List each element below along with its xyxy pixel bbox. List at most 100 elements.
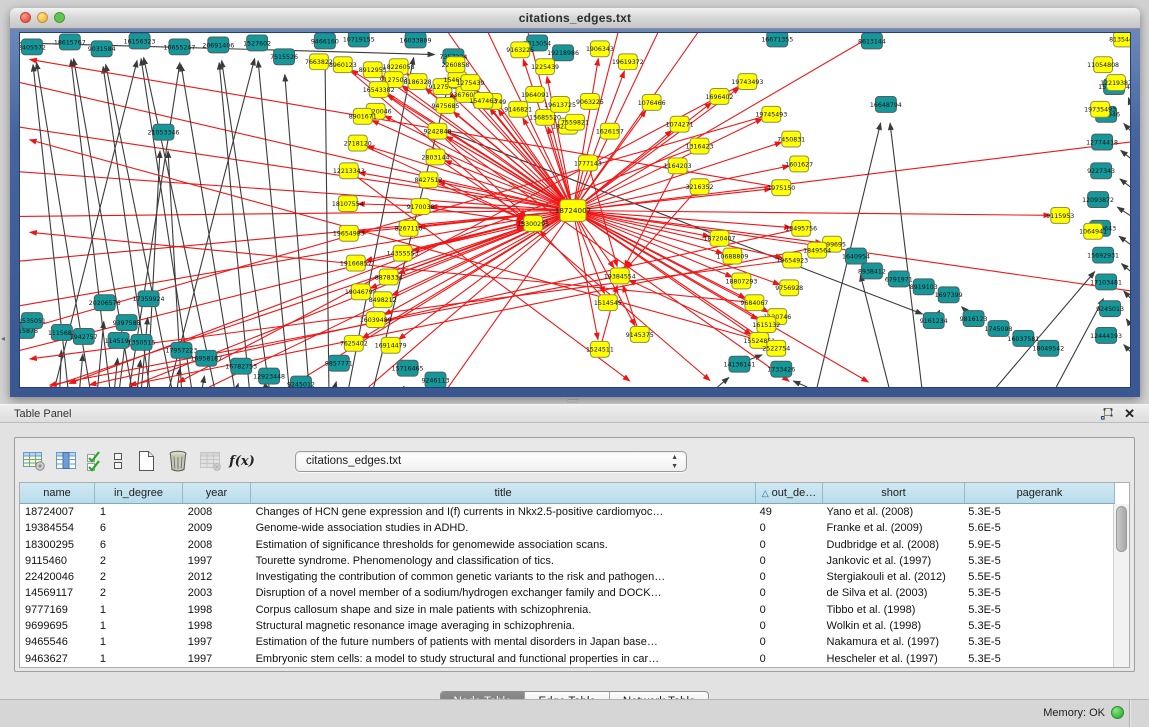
column-header-short[interactable]: short bbox=[823, 483, 965, 504]
table-select-dropdown[interactable]: citations_edges.txt ▲▼ bbox=[295, 451, 687, 472]
graph-node[interactable]: 21053346 bbox=[148, 124, 180, 140]
graph-node[interactable]: 9146821 bbox=[504, 101, 532, 117]
table-row[interactable]: 1830029562008Estimation of significance … bbox=[20, 537, 1113, 553]
graph-node[interactable]: 19619372 bbox=[612, 54, 644, 70]
graph-node[interactable]: 12444193 bbox=[1090, 328, 1122, 344]
graph-node[interactable]: 9170038 bbox=[407, 199, 435, 215]
graph-node[interactable]: 9161234 bbox=[920, 313, 948, 329]
graph-node[interactable]: 7625402 bbox=[340, 335, 368, 351]
graph-node[interactable]: 9245012 bbox=[287, 376, 315, 387]
graph-node[interactable]: 16648794 bbox=[870, 96, 902, 112]
graph-node[interactable]: 18724007 bbox=[555, 200, 591, 222]
graph-node[interactable]: 8498212 bbox=[369, 292, 397, 308]
graph-node[interactable]: 1527602 bbox=[243, 35, 271, 51]
graph-node[interactable]: 8267110 bbox=[395, 220, 423, 236]
graph-node[interactable]: 14136141 bbox=[723, 356, 755, 372]
graph-node[interactable]: 14355553 bbox=[387, 245, 419, 261]
float-panel-icon[interactable] bbox=[1101, 408, 1114, 420]
select-all-icon[interactable] bbox=[85, 448, 103, 474]
column-header-pagerank[interactable]: pagerank bbox=[965, 483, 1115, 504]
column-header-title[interactable]: title bbox=[251, 483, 756, 504]
scrollbar-thumb[interactable] bbox=[1116, 506, 1127, 552]
graph-node[interactable]: 9227343 bbox=[1087, 163, 1115, 179]
graph-node[interactable]: 9397588 bbox=[113, 315, 141, 331]
graph-node[interactable]: 1514545 bbox=[594, 295, 622, 311]
graph-node[interactable]: 9466160 bbox=[311, 33, 339, 49]
graph-node[interactable]: 18615767 bbox=[54, 34, 86, 50]
graph-node[interactable]: 9756928 bbox=[775, 280, 803, 296]
network-window-titlebar[interactable]: citations_edges.txt bbox=[10, 8, 1140, 29]
graph-node[interactable]: 8960123 bbox=[329, 57, 357, 73]
graph-node[interactable]: 9031584 bbox=[88, 41, 116, 57]
graph-node[interactable]: 8186328 bbox=[404, 74, 432, 90]
graph-node[interactable]: 1697399 bbox=[935, 287, 963, 303]
graph-node[interactable]: 16914479 bbox=[375, 337, 407, 353]
graph-node[interactable]: 1975150 bbox=[767, 180, 795, 196]
graph-node[interactable]: 11054808 bbox=[1087, 57, 1119, 73]
graph-node[interactable]: 1524511 bbox=[586, 341, 614, 357]
graph-node[interactable]: 1225439 bbox=[531, 59, 559, 75]
graph-node[interactable]: 8135443 bbox=[1109, 33, 1130, 47]
graph-node[interactable]: 3216352 bbox=[686, 179, 714, 195]
column-header-name[interactable]: name bbox=[20, 483, 95, 504]
column-header-year[interactable]: year bbox=[183, 483, 251, 504]
graph-node[interactable]: 12093872 bbox=[1082, 192, 1114, 208]
graph-node[interactable]: 20691406 bbox=[202, 37, 234, 53]
memory-indicator-dot[interactable] bbox=[1111, 706, 1124, 719]
table-options-icon[interactable] bbox=[21, 448, 47, 474]
graph-node[interactable]: 16671355 bbox=[761, 33, 793, 47]
graph-node[interactable]: 9684067 bbox=[740, 295, 768, 311]
graph-node[interactable]: 17103481 bbox=[1090, 274, 1122, 290]
graph-node[interactable]: 9857771 bbox=[325, 355, 353, 371]
graph-node[interactable]: 7450831 bbox=[777, 131, 805, 147]
table-panel-titlebar[interactable]: Table Panel ✕ bbox=[0, 405, 1149, 423]
graph-node[interactable]: 7515526 bbox=[270, 49, 298, 65]
table-row[interactable]: 946554611997Estimation of the future num… bbox=[20, 634, 1113, 650]
graph-node[interactable]: 8901671 bbox=[349, 108, 377, 124]
graph-node[interactable]: 12774418 bbox=[1086, 134, 1118, 150]
graph-node[interactable]: 1777143 bbox=[574, 155, 602, 171]
delete-table-icon[interactable] bbox=[165, 448, 191, 474]
graph-node[interactable]: 1906343 bbox=[586, 41, 614, 57]
zoom-window-button[interactable] bbox=[54, 12, 65, 23]
graph-node[interactable]: 8613144 bbox=[858, 33, 886, 49]
graph-node[interactable]: 9115953 bbox=[1046, 208, 1074, 224]
show-columns-icon[interactable] bbox=[53, 448, 79, 474]
graph-node[interactable]: 2803144 bbox=[422, 149, 450, 165]
column-header-out-de-[interactable]: △out_de… bbox=[756, 483, 823, 504]
graph-node[interactable]: 1074271 bbox=[666, 116, 694, 132]
close-panel-icon[interactable]: ✕ bbox=[1124, 408, 1135, 420]
graph-node[interactable]: 1626157 bbox=[596, 123, 624, 139]
graph-node[interactable]: 9245013 bbox=[1096, 301, 1124, 317]
graph-node[interactable]: 9242848 bbox=[424, 123, 452, 139]
graph-node[interactable]: 9063225 bbox=[576, 93, 604, 109]
graph-node[interactable]: 1601627 bbox=[785, 156, 813, 172]
graph-node[interactable]: 2522754 bbox=[762, 340, 790, 356]
graph-node[interactable]: 16033809 bbox=[400, 33, 432, 48]
close-window-button[interactable] bbox=[20, 12, 31, 23]
graph-node[interactable]: 12213343 bbox=[333, 163, 365, 179]
graph-node[interactable]: 1964091 bbox=[521, 87, 549, 103]
table-row[interactable]: 969969511998Structural magnetic resonanc… bbox=[20, 618, 1113, 634]
graph-node[interactable]: 1316423 bbox=[686, 138, 714, 154]
table-row[interactable]: 946362711997Embryonic stem cells: a mode… bbox=[20, 651, 1113, 667]
graph-node[interactable]: 8938412 bbox=[858, 263, 886, 279]
network-canvas[interactable]: 2405572186157679031584161563231065524720… bbox=[20, 33, 1130, 387]
graph-node[interactable]: 1164203 bbox=[664, 158, 692, 174]
graph-node[interactable]: 18495756 bbox=[785, 220, 817, 236]
graph-node[interactable]: 1350515 bbox=[128, 334, 156, 350]
graph-node[interactable]: 2718120 bbox=[344, 135, 372, 151]
graph-node[interactable]: 6791971 bbox=[885, 271, 913, 287]
graph-node[interactable]: 18807293 bbox=[725, 273, 757, 289]
graph-node[interactable]: 1615132 bbox=[752, 317, 780, 333]
create-table-icon[interactable] bbox=[133, 448, 159, 474]
column-header-in-degree[interactable]: in_degree bbox=[95, 483, 183, 504]
table-row[interactable]: 2242004622012Investigating the contribut… bbox=[20, 569, 1113, 585]
graph-node[interactable]: 18107554 bbox=[332, 196, 364, 212]
table-row[interactable]: 1872400712008Changes of HCN gene express… bbox=[20, 504, 1113, 520]
table-row[interactable]: 977716911998Corpus callosum shape and si… bbox=[20, 602, 1113, 618]
graph-node[interactable]: 1696402 bbox=[706, 89, 734, 105]
graph-node[interactable]: 9145375 bbox=[626, 327, 654, 343]
graph-node[interactable]: 1849564 bbox=[803, 242, 831, 258]
graph-node[interactable]: 1640954 bbox=[842, 248, 870, 264]
